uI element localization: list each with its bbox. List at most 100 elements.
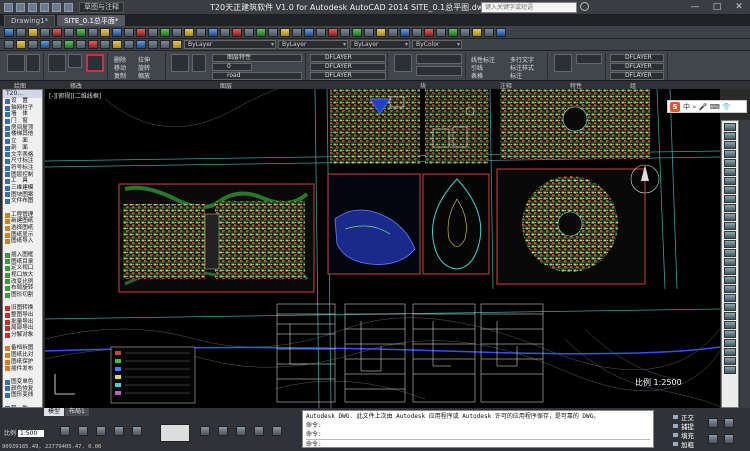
polyline-tool-icon[interactable] — [26, 54, 40, 72]
status-icon[interactable] — [96, 426, 106, 436]
tool-icon[interactable] — [376, 27, 386, 37]
match-properties-icon[interactable] — [554, 54, 572, 72]
stretch-label[interactable]: 复制 — [114, 71, 126, 80]
tool-icon[interactable] — [724, 168, 736, 176]
tool-icon[interactable] — [292, 27, 302, 37]
dflayer-row[interactable]: DFLAYER — [310, 72, 386, 80]
current-layer[interactable]: 0 — [212, 63, 252, 71]
tool-icon[interactable] — [724, 204, 736, 212]
tool-icon[interactable] — [388, 27, 398, 37]
t20-menu-item[interactable]: 插件发布 — [3, 366, 42, 373]
tool-icon[interactable] — [16, 27, 26, 37]
t20-menu-item[interactable]: 工 具 — [3, 178, 42, 185]
dflayer-row[interactable]: DFLAYER — [310, 54, 386, 62]
undo-icon[interactable] — [52, 2, 61, 12]
tool-icon[interactable] — [724, 258, 736, 266]
tool-icon[interactable] — [496, 27, 506, 37]
tool-icon[interactable] — [64, 27, 74, 37]
tool-icon[interactable] — [724, 294, 736, 302]
status-icon[interactable] — [708, 418, 718, 428]
tool-icon[interactable] — [208, 27, 218, 37]
viewport-controls-label[interactable]: [-][俯视][二维线框] — [49, 91, 101, 100]
group-row[interactable]: DFLAYER — [610, 54, 664, 62]
block-gallery[interactable] — [416, 54, 462, 64]
status-icon[interactable] — [236, 426, 246, 436]
group-row[interactable]: DFLAYER — [610, 72, 664, 80]
t20-menu-item[interactable]: 立 面 — [3, 138, 42, 145]
tool-icon[interactable] — [316, 27, 326, 37]
t20-menu-item[interactable]: 图纸比对 — [3, 352, 42, 359]
tool-icon[interactable] — [724, 150, 736, 158]
tool-icon[interactable] — [160, 27, 170, 37]
status-icon[interactable] — [708, 434, 718, 444]
tool-icon[interactable] — [86, 54, 104, 72]
insert-block-icon[interactable] — [394, 54, 412, 72]
tool-icon[interactable] — [364, 27, 374, 37]
tool-icon[interactable] — [76, 27, 86, 37]
tool-icon[interactable] — [40, 40, 50, 49]
tool-icon[interactable] — [88, 27, 98, 37]
group-row[interactable]: DFLAYER — [610, 63, 664, 71]
search-input[interactable]: 键入关键字或短语 — [481, 2, 577, 13]
status-icon[interactable] — [272, 426, 282, 436]
tool-icon[interactable] — [724, 348, 736, 356]
tool-icon[interactable] — [52, 27, 62, 37]
command-line[interactable]: Autodesk DWG. 此文件上次由 Autodesk 应用程序或 Auto… — [302, 410, 654, 448]
tool-icon[interactable] — [160, 40, 170, 49]
lineweight-combo[interactable]: ByLayer — [350, 40, 410, 49]
app-menu-icon[interactable] — [4, 2, 13, 12]
tool-icon[interactable] — [196, 27, 206, 37]
t20-menu-item[interactable]: 选择图纸 — [3, 225, 42, 232]
ime-toolbar[interactable]: S 中 ∘ 🎤 ⌨ 👕 — [667, 100, 747, 113]
status-icon[interactable] — [218, 426, 228, 436]
table-label[interactable]: 表格 — [471, 71, 483, 80]
t20-menu-item[interactable]: 图形切割 — [3, 292, 42, 299]
tool-icon[interactable] — [148, 40, 158, 49]
tool-icon[interactable] — [724, 249, 736, 257]
tool-icon[interactable] — [400, 27, 410, 37]
tool-icon[interactable] — [724, 132, 736, 140]
doc-tab-drawing1[interactable]: Drawing1* — [4, 15, 56, 26]
t20-menu-item[interactable]: 剖 面 — [3, 145, 42, 152]
tool-icon[interactable] — [340, 27, 350, 37]
tool-icon[interactable] — [724, 177, 736, 185]
linetype-combo[interactable]: ByLayer — [278, 40, 348, 49]
close-button[interactable]: ✕ — [728, 0, 750, 14]
tool-icon[interactable] — [244, 27, 254, 37]
status-icon[interactable] — [724, 434, 734, 444]
new-file-icon[interactable] — [16, 2, 25, 12]
tool-icon[interactable] — [412, 27, 422, 37]
t20-menu-item[interactable]: 图纸保护 — [3, 359, 42, 366]
tool-icon[interactable] — [4, 27, 14, 37]
tool-icon[interactable] — [436, 27, 446, 37]
layer-state-icon[interactable] — [192, 54, 206, 72]
drawing-canvas[interactable]: [-][俯视][二维线框] 比例 1:2500 — [45, 89, 720, 408]
tool-icon[interactable] — [184, 27, 194, 37]
tool-icon[interactable] — [232, 27, 242, 37]
doc-tab-site[interactable]: SITE_0.1总平面* — [57, 15, 126, 26]
tool-icon[interactable] — [280, 27, 290, 37]
tool-icon[interactable] — [724, 213, 736, 221]
tool-icon[interactable] — [304, 27, 314, 37]
tool-icon[interactable] — [112, 40, 122, 49]
dimension-label[interactable]: 标注 — [510, 71, 522, 80]
status-icon[interactable] — [132, 426, 142, 436]
t20-menu-item[interactable]: 尺寸标注 — [3, 158, 42, 165]
tool-icon[interactable] — [724, 267, 736, 275]
status-icon[interactable] — [254, 426, 264, 436]
t20-menu-item[interactable]: 三维建模 — [3, 185, 42, 192]
tool-icon[interactable] — [100, 40, 110, 49]
tool-icon[interactable] — [724, 339, 736, 347]
tool-icon[interactable] — [68, 54, 82, 68]
save-icon[interactable] — [40, 2, 49, 12]
tool-icon[interactable] — [40, 27, 50, 37]
t20-menu-item[interactable]: 插入图框 — [3, 252, 42, 259]
annotation-scale[interactable]: 比例 1:500 — [4, 428, 45, 437]
tool-icon[interactable] — [352, 27, 362, 37]
layer-combo[interactable]: ByLayer — [184, 40, 276, 49]
tool-icon[interactable] — [472, 27, 482, 37]
tool-icon[interactable] — [268, 27, 278, 37]
plotstyle-combo[interactable]: ByColor — [412, 40, 462, 49]
tool-icon[interactable] — [172, 40, 182, 49]
tool-icon[interactable] — [724, 321, 736, 329]
